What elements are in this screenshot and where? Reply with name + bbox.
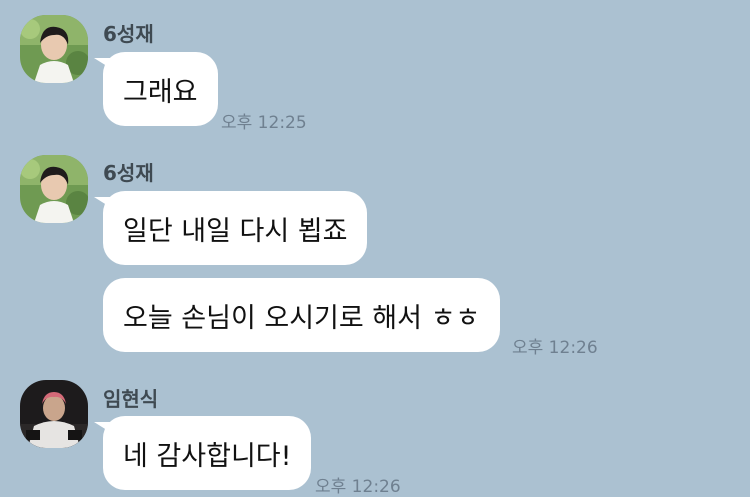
- message-timestamp: 오후 12:25: [221, 113, 307, 133]
- chat-room: 6성재 그래요 오후 12:25 6성재 일단 내일 다시 뵙죠 오늘 손님이 …: [0, 0, 750, 497]
- message-timestamp: 오후 12:26: [512, 338, 598, 358]
- sender-name: 6성재: [103, 22, 154, 46]
- message-bubble[interactable]: 그래요: [94, 52, 218, 126]
- message-timestamp: 오후 12:26: [315, 477, 401, 497]
- dark-portrait-avatar-icon[interactable]: [20, 380, 88, 448]
- portrait-avatar-icon[interactable]: [20, 15, 88, 83]
- message-bubble[interactable]: 오늘 손님이 오시기로 해서 ㅎㅎ: [103, 278, 501, 352]
- portrait-avatar-icon[interactable]: [20, 155, 88, 223]
- sender-name: 6성재: [103, 161, 154, 185]
- sender-name: 임현식: [103, 387, 159, 411]
- message-bubble[interactable]: 일단 내일 다시 뵙죠: [93, 191, 368, 265]
- message-bubble[interactable]: 네 감사합니다!: [93, 416, 312, 490]
